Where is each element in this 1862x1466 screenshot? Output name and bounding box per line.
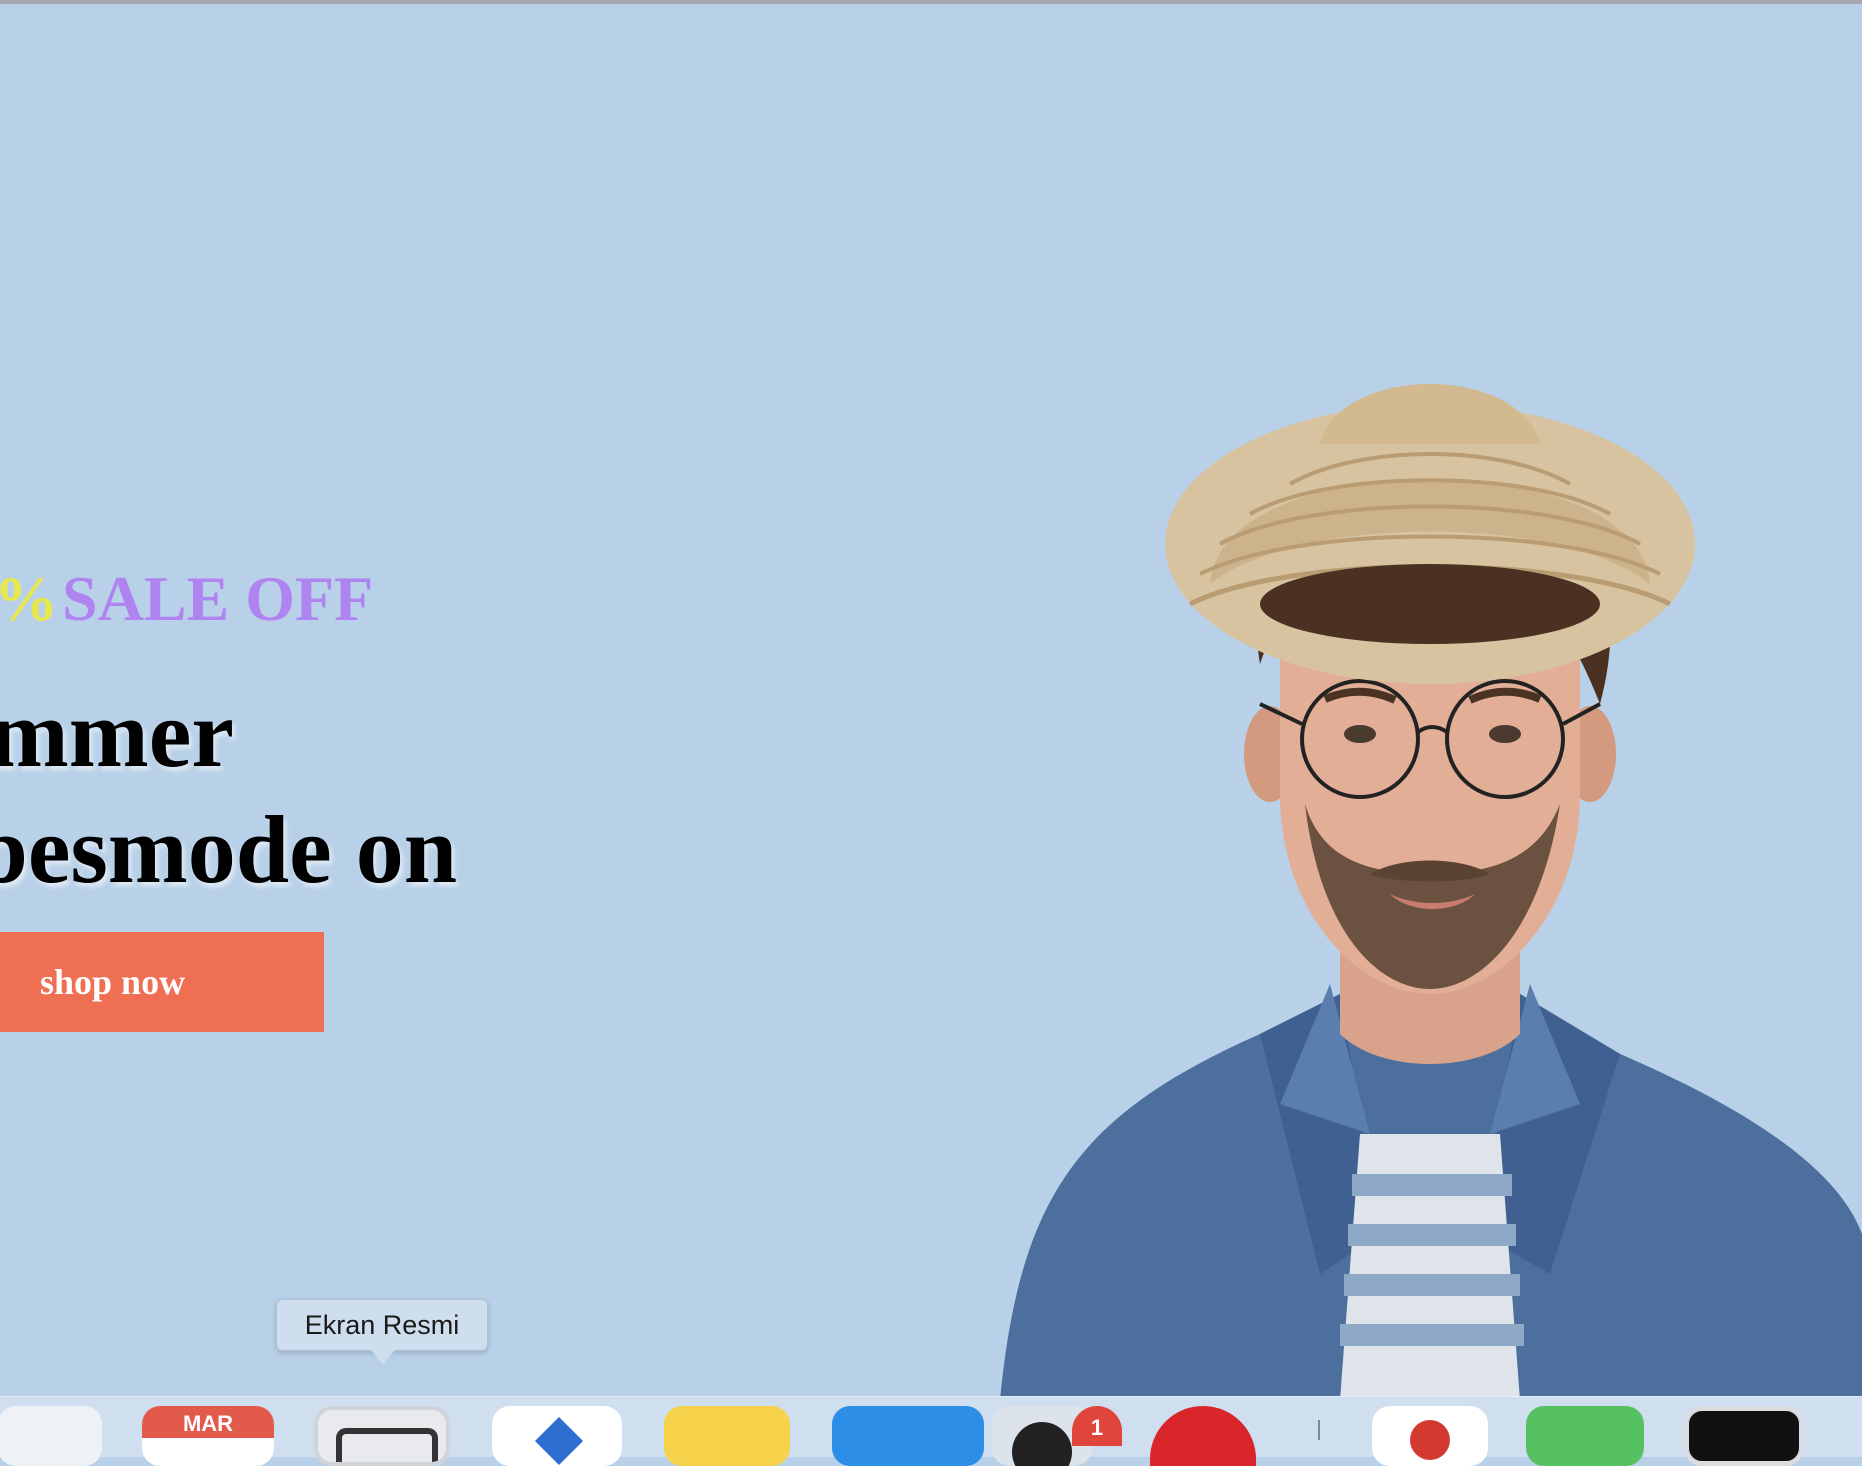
mail-icon[interactable] <box>492 1406 622 1466</box>
notes-icon[interactable] <box>664 1406 790 1466</box>
sale-text: SALE OFF <box>62 563 374 634</box>
calendar-month: MAR <box>142 1406 274 1438</box>
hero-headline: Summer Vibesmode on <box>0 676 457 908</box>
headline-line-2: Vibesmode on <box>0 796 458 903</box>
facetime-icon[interactable] <box>1526 1406 1644 1466</box>
app-store-icon[interactable] <box>832 1406 984 1466</box>
dock-tooltip: Ekran Resmi <box>276 1299 488 1351</box>
tooltip-arrow <box>371 1350 395 1364</box>
sale-tagline: %SALE OFF <box>0 564 373 634</box>
hero-banner: %SALE OFF Summer Vibesmode on shop now <box>0 4 1862 1396</box>
model-photo <box>1000 384 1862 1396</box>
dock-separator <box>1318 1420 1320 1440</box>
screenshot-icon[interactable] <box>314 1406 450 1466</box>
headline-line-1: Summer <box>0 680 234 787</box>
finder-icon[interactable] <box>0 1406 102 1466</box>
shop-now-button[interactable]: shop now <box>0 932 324 1032</box>
terminal-icon[interactable] <box>1684 1406 1804 1466</box>
calendar-icon[interactable]: MAR <box>142 1406 274 1466</box>
chrome-icon[interactable] <box>1372 1406 1488 1466</box>
sale-percent: % <box>0 563 58 634</box>
